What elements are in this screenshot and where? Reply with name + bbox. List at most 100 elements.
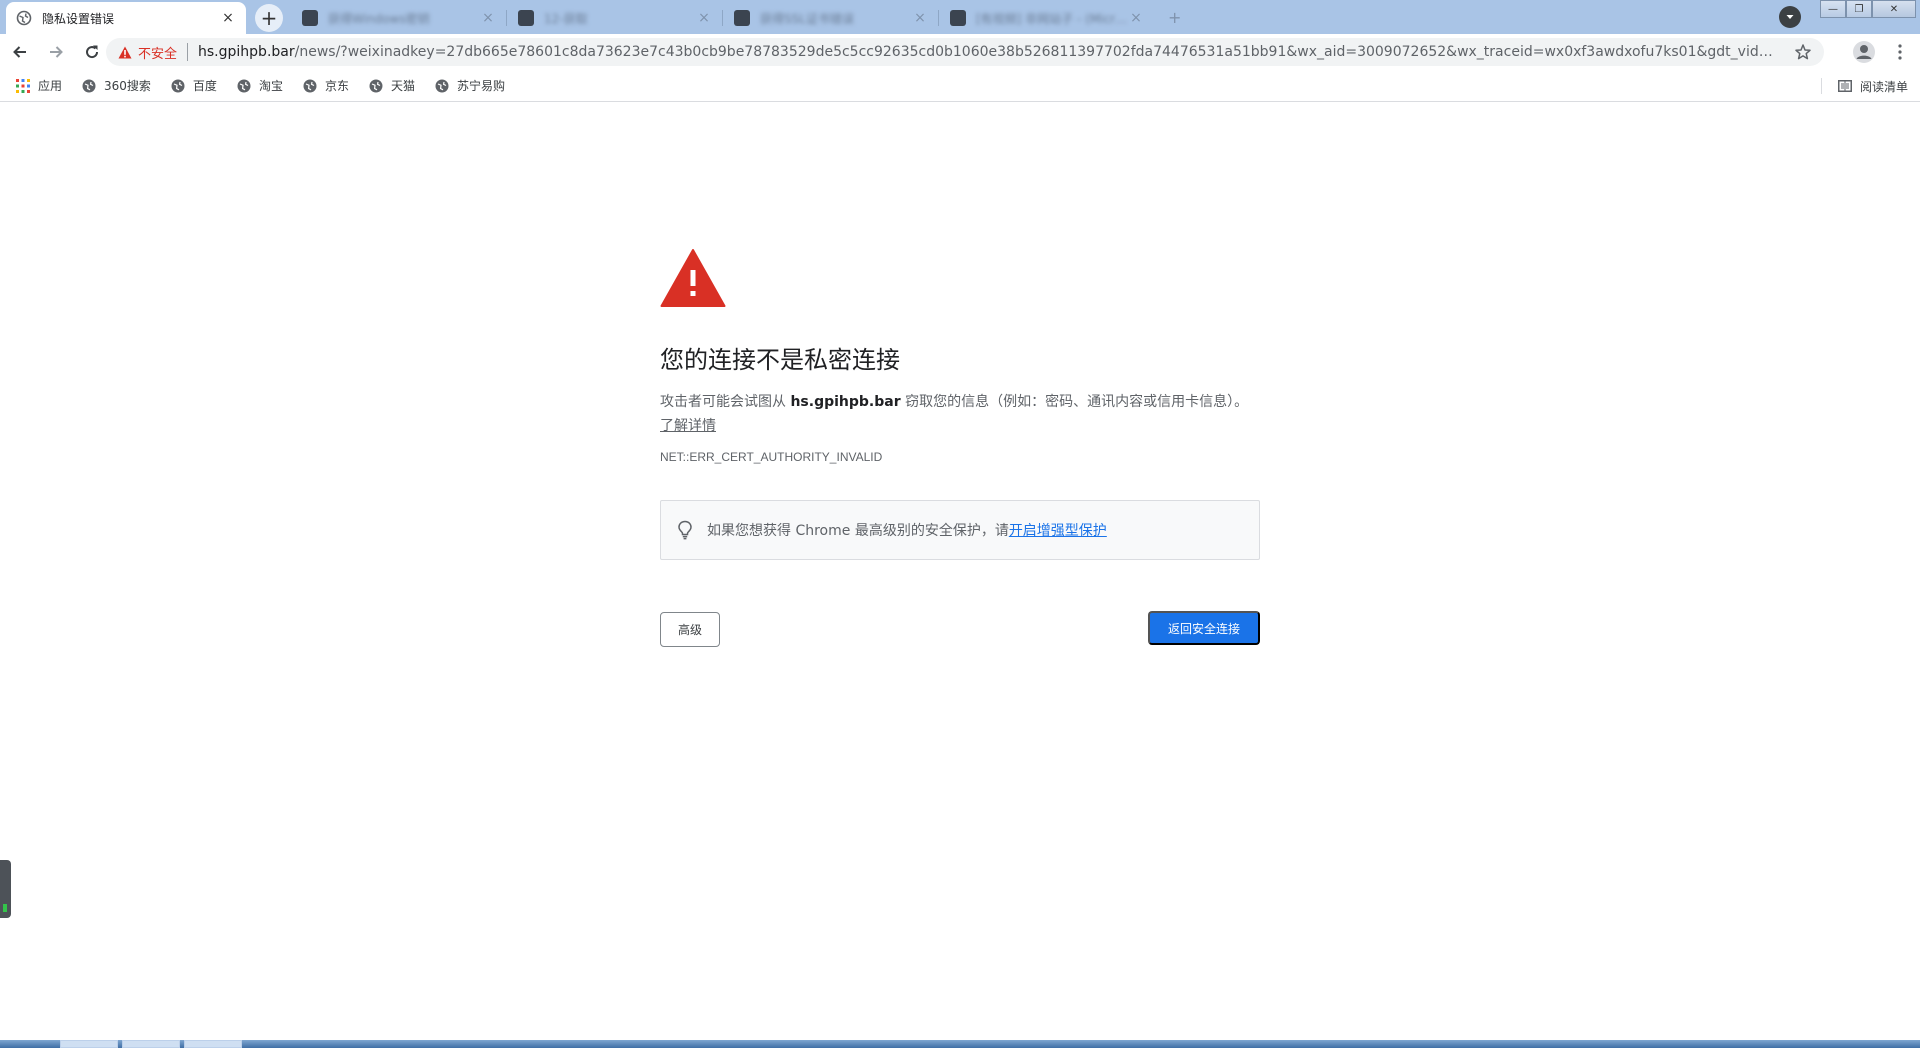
address-bar[interactable]: 不安全 hs.gpihpb.bar/news/?weixinadkey=27db…	[106, 38, 1824, 66]
taskbar-item[interactable]	[60, 1040, 118, 1048]
bookmark-label: 淘宝	[258, 79, 283, 93]
tab-favicon-icon	[950, 10, 966, 26]
bookmark-label: 苏宁易购	[456, 79, 505, 93]
error-code: NET::ERR_CERT_AUTHORITY_INVALID	[660, 450, 883, 464]
globe-icon	[171, 79, 185, 92]
tab-active[interactable]: 隐私设置错误 ×	[6, 2, 246, 34]
bookmark-item[interactable]: 淘宝	[233, 74, 287, 98]
back-to-safety-button[interactable]: 返回安全连接	[1148, 611, 1260, 645]
lightbulb-icon	[678, 520, 692, 540]
browser-toolbar: 不安全 hs.gpihpb.bar/news/?weixinadkey=27db…	[0, 34, 1920, 70]
url-path: /news/?weixinadkey=27db665e78601c8da7362…	[294, 44, 1824, 60]
tab-close-icon[interactable]: ×	[696, 10, 712, 26]
warning-triangle-icon	[660, 249, 726, 307]
error-description: 攻击者可能会试图从 hs.gpihpb.bar 窃取您的信息（例如：密码、通讯内…	[660, 390, 1260, 438]
side-widget[interactable]	[0, 860, 11, 918]
tab-inactive[interactable]: 获得Windows密钥 ×	[292, 2, 506, 34]
learn-more-link[interactable]: 了解详情	[660, 418, 716, 434]
bookmarks-bar: 应用 360搜索 百度 淘宝 京东 天猫 苏宁易购 阅读清单	[0, 70, 1920, 102]
forward-button[interactable]	[40, 36, 72, 68]
tab-favicon-icon	[734, 10, 750, 26]
bookmarks-divider	[1821, 78, 1822, 94]
back-button[interactable]	[4, 36, 36, 68]
restore-icon: ❐	[1854, 3, 1864, 15]
bookmark-label: 京东	[324, 79, 349, 93]
tab-search-button[interactable]	[1779, 6, 1801, 28]
globe-icon	[435, 79, 449, 92]
enhanced-protection-link[interactable]: 开启增强型保护	[1009, 520, 1107, 540]
interstitial: 您的连接不是私密连接 攻击者可能会试图从 hs.gpihpb.bar 窃取您的信…	[660, 248, 1260, 647]
close-icon: ✕	[1889, 3, 1899, 15]
reading-list-label: 阅读清单	[1859, 79, 1908, 94]
reload-icon	[86, 45, 99, 59]
globe-icon	[303, 79, 317, 92]
bookmark-label: 360搜索	[104, 79, 151, 93]
forward-arrow-icon	[50, 46, 63, 58]
bookmark-star-icon[interactable]	[1794, 43, 1812, 61]
tab-title: 12-获取	[544, 11, 588, 26]
bookmark-apps[interactable]: 应用	[12, 74, 66, 98]
window-close-button[interactable]: ✕	[1872, 0, 1916, 18]
new-tab-button[interactable]: +	[255, 4, 283, 32]
apps-grid-icon	[16, 78, 30, 93]
bookmark-item[interactable]: 京东	[299, 74, 353, 98]
taskbar	[0, 1040, 1920, 1048]
tab-title: [有视频] 非网站子 - (Micr…	[976, 11, 1128, 26]
tab-close-icon[interactable]: ×	[1128, 10, 1144, 26]
profile-avatar-icon[interactable]	[1852, 40, 1876, 64]
tab-separator	[506, 10, 507, 26]
tab-favicon-icon	[302, 10, 318, 26]
bookmark-item[interactable]: 百度	[167, 74, 221, 98]
new-tab-ghost-icon: +	[1168, 8, 1182, 27]
globe-icon	[237, 79, 251, 92]
tab-title: 获得SSL证书错误	[760, 11, 854, 26]
advanced-button[interactable]: 高级	[660, 612, 720, 647]
globe-icon	[16, 10, 32, 26]
taskbar-item[interactable]	[122, 1040, 180, 1048]
reading-list-icon	[1837, 80, 1852, 92]
tab-title: 隐私设置错误	[42, 11, 115, 26]
plus-icon: +	[260, 6, 278, 30]
page-title: 您的连接不是私密连接	[660, 347, 900, 374]
taskbar-item[interactable]	[184, 1040, 242, 1048]
tab-inactive[interactable]: [有视频] 非网站子 - (Micr… ×	[940, 2, 1154, 34]
security-chip[interactable]: 不安全	[118, 43, 177, 62]
bookmark-label: 百度	[192, 79, 217, 93]
reading-list-button[interactable]: 阅读清单	[1837, 74, 1908, 98]
tab-close-icon[interactable]: ×	[912, 10, 928, 26]
restore-button[interactable]: ❐	[1846, 0, 1872, 18]
tab-close-icon[interactable]: ×	[220, 10, 236, 26]
tab-close-icon[interactable]: ×	[480, 10, 496, 26]
enhanced-protection-text: 如果您想获得 Chrome 最高级别的安全保护，请	[707, 523, 1009, 539]
globe-icon	[369, 79, 383, 92]
omnibox-divider	[187, 43, 189, 61]
tab-separator	[722, 10, 723, 26]
bookmark-item[interactable]: 苏宁易购	[431, 74, 509, 98]
bookmark-label: 应用	[38, 79, 63, 93]
bookmark-item[interactable]: 天猫	[365, 74, 419, 98]
back-arrow-icon	[13, 46, 26, 58]
tab-favicon-icon	[518, 10, 534, 26]
reload-button[interactable]	[76, 36, 108, 68]
desc-host: hs.gpihpb.bar	[790, 394, 901, 410]
button-row: 高级 返回安全连接	[660, 611, 1260, 647]
minimize-icon: —	[1828, 3, 1838, 15]
desc-prefix: 攻击者可能会试图从	[660, 394, 791, 410]
tab-strip: 隐私设置错误 × + 获得Windows密钥 × 12-获取 × 获得SSL证书…	[0, 0, 1920, 34]
more-vert-icon	[1898, 44, 1902, 60]
warning-triangle-icon	[118, 46, 132, 58]
not-secure-label: 不安全	[138, 46, 178, 62]
minimize-button[interactable]: —	[1820, 0, 1846, 18]
bookmark-item[interactable]: 360搜索	[78, 74, 155, 98]
tab-title: 获得Windows密钥	[328, 11, 430, 26]
tab-inactive[interactable]: 获得SSL证书错误 ×	[724, 2, 938, 34]
url-text[interactable]: hs.gpihpb.bar/news/?weixinadkey=27db665e…	[198, 44, 1824, 60]
side-widget-indicator	[3, 904, 7, 912]
chevron-down-icon	[1786, 15, 1794, 19]
tab-separator	[938, 10, 939, 26]
menu-button[interactable]	[1888, 40, 1912, 64]
window-controls: — ❐ ✕	[1820, 0, 1916, 18]
bookmark-label: 天猫	[390, 79, 415, 93]
url-host: hs.gpihpb.bar	[198, 44, 295, 60]
tab-inactive[interactable]: 12-获取 ×	[508, 2, 722, 34]
